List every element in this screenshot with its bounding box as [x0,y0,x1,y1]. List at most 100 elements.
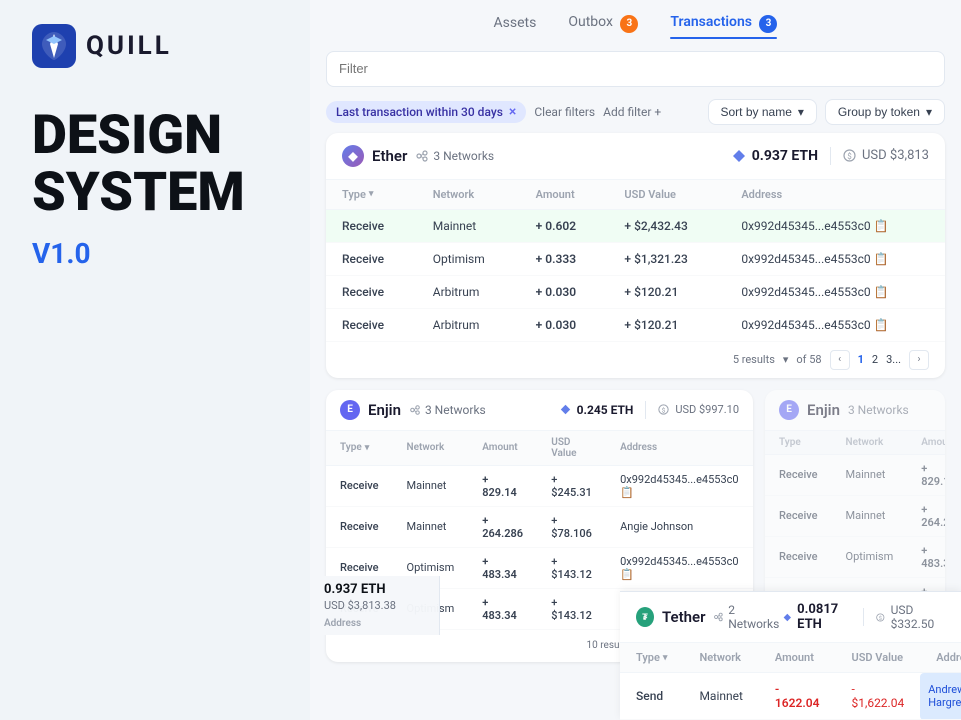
col-type-header[interactable]: Type ▾ [326,180,417,210]
svg-text:$: $ [662,406,666,414]
table-row: Receive Mainnet + 0.602 + $2,432.43 0x99… [326,209,945,242]
top-nav: Assets Outbox 3 Transactions 3 [310,0,961,51]
tether-networks-icon [713,611,724,623]
enjin-networks: 3 Networks [409,403,486,417]
page-1[interactable]: 1 [858,353,864,366]
filter-input[interactable] [326,51,945,87]
enj-col-type[interactable]: Type ▾ [326,431,393,466]
enjin-ghost-header: E Enjin 3 Networks [765,390,945,431]
tx-usd: + $120.21 [608,308,725,341]
table-row: Receive Arbitrum + 0.030 + $120.21 0x992… [326,308,945,341]
tx-type: Receive [326,209,417,242]
table-row: Receive Arbitrum + 0.030 + $120.21 0x992… [326,275,945,308]
tx-address[interactable]: 0x992d45345...e4553c0 📋 [606,547,753,588]
enjin-header-right: 0.245 ETH $ USD $997.10 [560,401,739,419]
tether-eth-icon [783,612,792,623]
col-network-header: Network [417,180,520,210]
enj-col-address: Address [606,431,753,466]
enj-col-amount: Amount [468,431,537,466]
tx-amount: + 0.333 [520,242,609,275]
tx-address[interactable]: 0x992d45345...e4553c0 📋 [606,465,753,506]
dollar-icon: $ [843,149,856,162]
tether-usd-amount: $ USD $332.50 [876,603,945,631]
tether-icon: ₮ [636,607,654,627]
sort-by-name-btn[interactable]: Sort by name ▾ [708,99,817,125]
teth-col-usd: USD Value [835,643,920,673]
teth-col-amount: Amount [759,643,836,673]
group-by-token-btn[interactable]: Group by token ▾ [825,99,945,125]
outbox-badge: 3 [620,15,638,33]
tether-eth-amount: 0.0817 ETH [783,602,852,632]
tx-address[interactable]: 0x992d45345...e4553c0 📋 [725,209,945,242]
chip-close-icon[interactable]: × [509,104,516,120]
enjin-networks-icon [409,404,421,416]
version-tag: V1.0 [32,237,278,270]
ether-header-right: 0.937 ETH $ USD $3,813 [732,147,929,165]
main-content: Assets Outbox 3 Transactions 3 Last tran… [310,0,961,720]
sidebar: QUILL DESIGN SYSTEM V1.0 [0,0,310,720]
col-amount-header: Amount [520,180,609,210]
tether-table: Type ▾ Network Amount USD Value Address … [620,643,961,720]
tx-type: Receive [326,242,417,275]
page-3[interactable]: 3... [886,353,901,366]
svg-text:$: $ [847,152,852,161]
col-usdvalue-header: USD Value [608,180,725,210]
chevron-down-icon: ▾ [926,105,932,119]
ghost-col-type: Type [765,431,832,455]
enjin-ghost-token: E Enjin 3 Networks [779,400,931,420]
nav-outbox[interactable]: Outbox 3 [568,14,638,37]
enjin-eth-icon [560,404,571,415]
table-row: Receive Optimism + 483.34 [765,536,945,577]
enjin-ghost-networks: 3 Networks [848,403,909,417]
tx-type: Receive [326,308,417,341]
teth-col-network: Network [683,643,758,673]
tx-address[interactable]: 0x992d45345...e4553c0 📋 [725,275,945,308]
page-2[interactable]: 2 [872,353,878,366]
ether-card-footer: 5 results ▾ of 58 ‹ 1 2 3... › [326,342,945,378]
add-filter-btn[interactable]: Add filter + [603,105,661,119]
tx-amount: + 483.34 [468,547,537,588]
tether-name: Tether [662,608,706,626]
enjin-dollar-icon: $ [658,404,669,415]
tx-type: Send [620,673,683,720]
tx-usd: + $2,432.43 [608,209,725,242]
ghost-eth: 0.937 ETH [324,582,425,597]
nav-transactions[interactable]: Transactions 3 [670,14,777,37]
tx-network: Mainnet [393,506,469,547]
tether-header-right: 0.0817 ETH $ USD $332.50 [783,602,945,632]
enjin-name: Enjin [368,401,401,419]
clear-filters-btn[interactable]: Clear filters [534,105,595,119]
tether-name-area: ₮ Tether 2 Networks [636,603,783,631]
table-row: Receive Optimism + 0.333 + $1,321.23 0x9… [326,242,945,275]
results-label[interactable]: 5 results [733,353,775,366]
tx-usd: + $143.12 [537,547,606,588]
ghost-addr-label: Address [324,618,425,629]
prev-page-btn[interactable]: ‹ [830,350,850,370]
ether-usd-amount: $ USD $3,813 [843,148,929,163]
tx-network: Mainnet [393,465,469,506]
tx-usd: + $120.21 [608,275,725,308]
tx-address[interactable]: Andrew Hargreaves [920,673,961,720]
tx-type: Receive [326,275,417,308]
tx-address[interactable]: 0x992d45345...e4553c0 📋 [725,308,945,341]
nav-assets[interactable]: Assets [494,15,537,35]
tx-address[interactable]: 0x992d45345...e4553c0 📋 [725,242,945,275]
next-page-btn[interactable]: › [909,350,929,370]
eth-diamond-icon [732,149,746,163]
ghost-usd: USD $3,813.38 [324,599,425,612]
transactions-badge: 3 [759,15,777,33]
tx-amount: + 0.030 [520,275,609,308]
tx-usd: + $245.31 [537,465,606,506]
tx-usd: + $78.106 [537,506,606,547]
table-row: Receive Mainnet + 264.286 [765,495,945,536]
header-divider [830,147,831,165]
teth-col-type[interactable]: Type ▾ [620,643,683,673]
tx-network: Mainnet [417,209,520,242]
enjin-usd-amount: $ USD $997.10 [658,403,739,416]
ether-networks: 3 Networks [415,149,494,163]
tx-usd: - $1,622.04 [835,673,920,720]
teth-col-address: Address [920,643,961,673]
tx-amount: + 829.14 [468,465,537,506]
svg-text:$: $ [879,614,882,621]
table-row: Receive Mainnet + 829.14 [765,454,945,495]
